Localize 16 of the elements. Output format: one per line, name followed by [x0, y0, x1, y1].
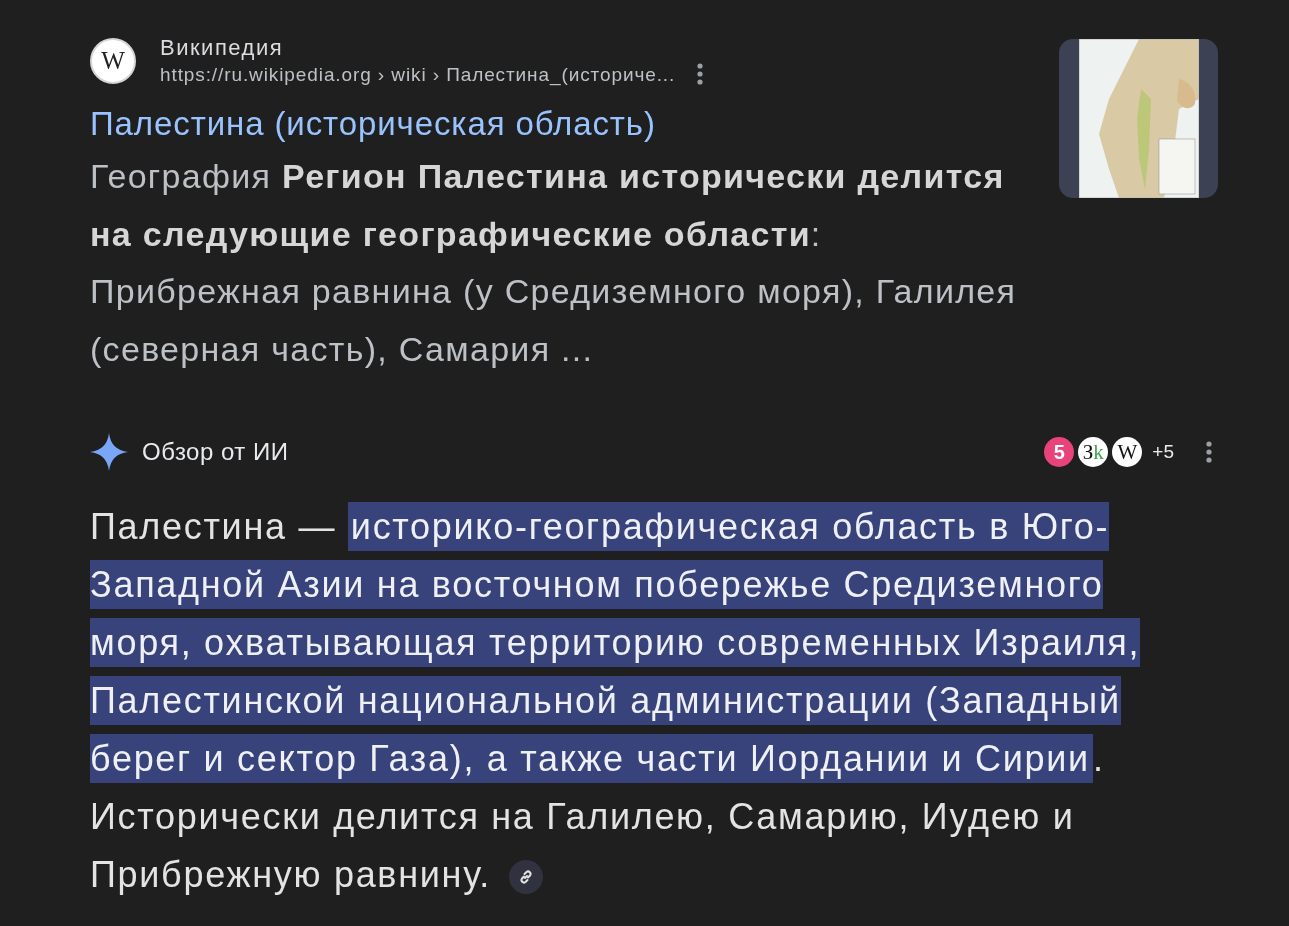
- ai-overview-label: Обзор от ИИ: [142, 437, 289, 467]
- link-icon: [517, 869, 534, 886]
- source-logo[interactable]: Зk: [1078, 437, 1109, 467]
- sparkle-icon: [90, 433, 128, 471]
- more-vert-icon: [1206, 441, 1212, 463]
- thumbnail-frame[interactable]: [1059, 39, 1218, 198]
- source-link-button[interactable]: [508, 860, 543, 895]
- result-snippet: География Регион Палестина исторически делится на следующие географические области: Прибрежная равнина (у Средиземного моря), Галилея (северная часть), Самария ...: [90, 156, 1018, 370]
- site-logo: W: [90, 37, 136, 84]
- source-logo[interactable]: 5: [1044, 437, 1075, 467]
- url-breadcrumb: https://ru.wikipedia.org › wiki › Палестина_(историче...: [160, 62, 676, 87]
- more-sources-count[interactable]: +5: [1152, 437, 1174, 467]
- source-logo[interactable]: W: [1112, 437, 1143, 467]
- result-title-link[interactable]: Палестина (историческая область): [90, 102, 656, 146]
- more-vert-icon: [697, 63, 704, 85]
- site-name: Википедия: [160, 34, 285, 61]
